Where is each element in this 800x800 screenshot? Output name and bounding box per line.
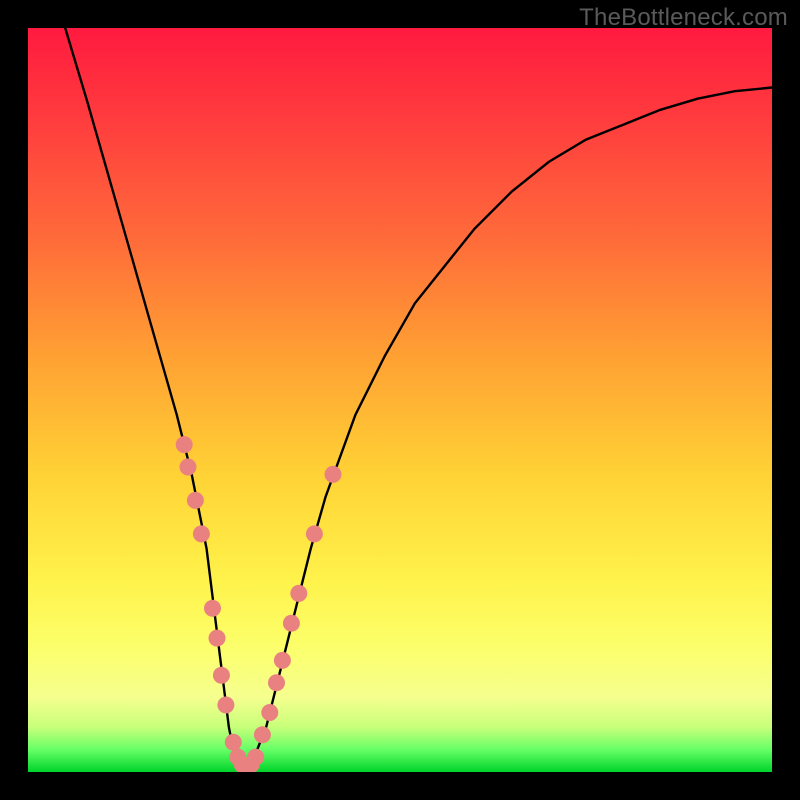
curve-marker [290, 585, 307, 602]
chart-frame: TheBottleneck.com [0, 0, 800, 800]
curve-marker [204, 600, 221, 617]
curve-marker [283, 615, 300, 632]
curve-marker [176, 436, 193, 453]
curve-marker [268, 674, 285, 691]
curve-marker [247, 749, 264, 766]
bottleneck-curve [65, 28, 772, 772]
curve-marker [261, 704, 278, 721]
curve-marker [225, 734, 242, 751]
curve-marker [306, 525, 323, 542]
curve-marker [180, 459, 197, 476]
curve-marker [274, 652, 291, 669]
plot-area [28, 28, 772, 772]
curve-marker [213, 667, 230, 684]
chart-svg [28, 28, 772, 772]
curve-marker [209, 630, 226, 647]
curve-markers [176, 436, 342, 772]
curve-marker [254, 726, 271, 743]
curve-marker [325, 466, 342, 483]
curve-marker [193, 525, 210, 542]
curve-marker [217, 697, 234, 714]
curve-marker [187, 492, 204, 509]
